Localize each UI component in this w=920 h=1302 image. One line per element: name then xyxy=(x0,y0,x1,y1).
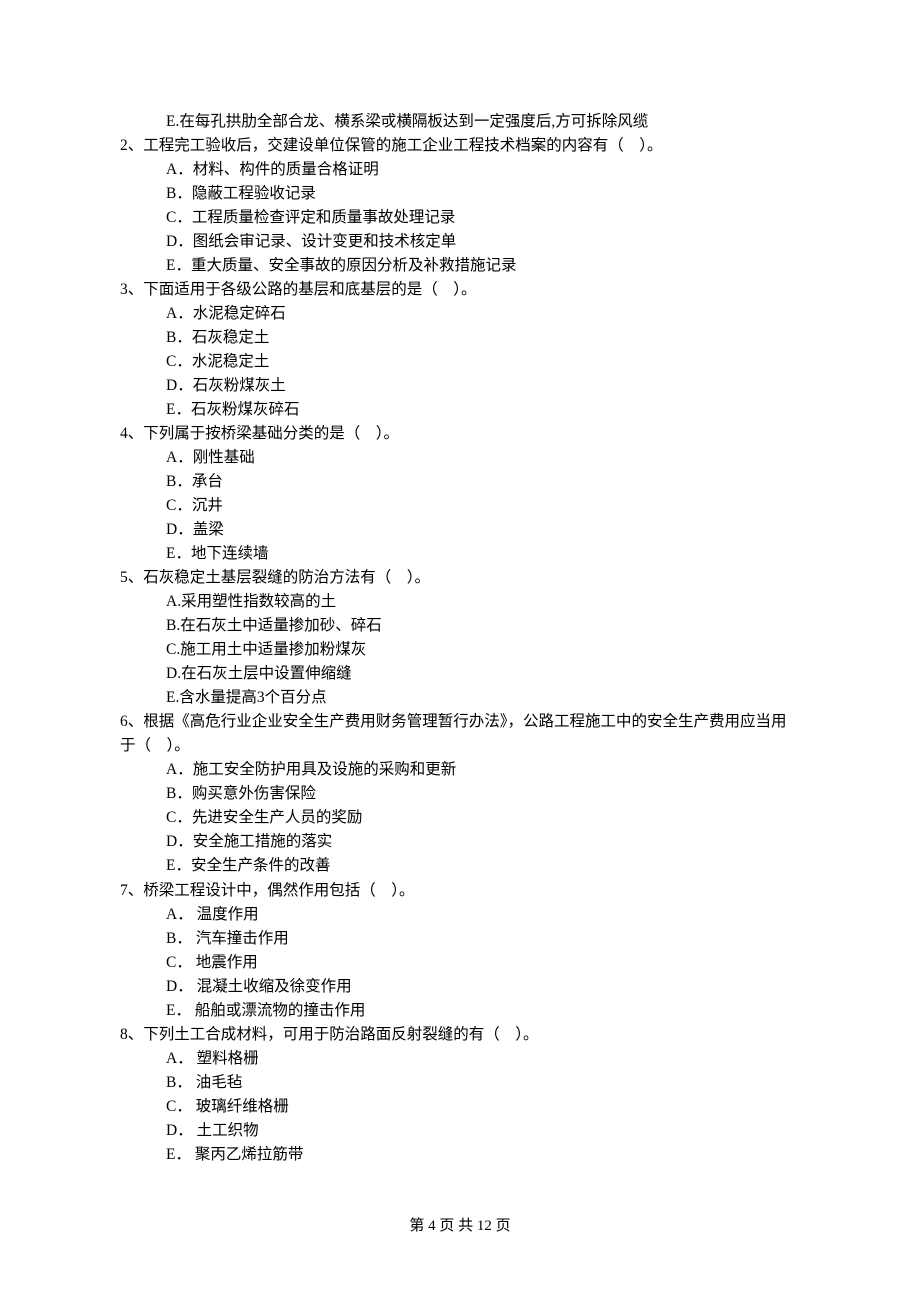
q2-option-b: B．隐蔽工程验收记录 xyxy=(120,182,800,206)
q6-option-d: D．安全施工措施的落实 xyxy=(120,830,800,854)
q3-option-b: B．石灰稳定土 xyxy=(120,326,800,350)
q3-option-d: D．石灰粉煤灰土 xyxy=(120,374,800,398)
q8-stem: 8、下列土工合成材料，可用于防治路面反射裂缝的有（ ）。 xyxy=(120,1023,800,1047)
q2-option-d: D．图纸会审记录、设计变更和技术核定单 xyxy=(120,230,800,254)
q7-option-e: E． 船舶或漂流物的撞击作用 xyxy=(120,999,800,1023)
q7-option-c: C． 地震作用 xyxy=(120,951,800,975)
q3-stem: 3、下面适用于各级公路的基层和底基层的是（ ）。 xyxy=(120,278,800,302)
q7-option-d: D． 混凝土收缩及徐变作用 xyxy=(120,975,800,999)
q5-option-e: E.含水量提高3个百分点 xyxy=(120,686,800,710)
q5-option-d: D.在石灰土层中设置伸缩缝 xyxy=(120,662,800,686)
q7-option-b: B． 汽车撞击作用 xyxy=(120,927,800,951)
q2-option-e: E．重大质量、安全事故的原因分析及补救措施记录 xyxy=(120,254,800,278)
q4-option-c: C．沉井 xyxy=(120,494,800,518)
q8-option-d: D． 土工织物 xyxy=(120,1119,800,1143)
q5-option-c: C.施工用土中适量掺加粉煤灰 xyxy=(120,638,800,662)
q5-option-b: B.在石灰土中适量掺加砂、碎石 xyxy=(120,614,800,638)
q8-option-a: A． 塑料格栅 xyxy=(120,1047,800,1071)
q3-option-a: A．水泥稳定碎石 xyxy=(120,302,800,326)
q6-option-c: C．先进安全生产人员的奖励 xyxy=(120,806,800,830)
q1-option-e: E.在每孔拱肋全部合龙、横系梁戓横隔板达到一定强度后,方可拆除风缆 xyxy=(120,110,800,134)
q5-stem: 5、石灰稳定土基层裂缝的防治方法有（ ）。 xyxy=(120,566,800,590)
q8-option-c: C． 玻璃纤维格栅 xyxy=(120,1095,800,1119)
q3-option-e: E．石灰粉煤灰碎石 xyxy=(120,398,800,422)
q6-option-a: A．施工安全防护用具及设施的采购和更新 xyxy=(120,758,800,782)
q8-option-b: B． 油毛毡 xyxy=(120,1071,800,1095)
q4-option-e: E．地下连续墙 xyxy=(120,542,800,566)
q2-stem: 2、工程完工验收后，交建设单位保管的施工企业工程技术档案的内容有（ ）。 xyxy=(120,134,800,158)
page-footer: 第 4 页 共 12 页 xyxy=(0,1215,920,1238)
q4-option-d: D．盖梁 xyxy=(120,518,800,542)
q4-stem: 4、下列属于按桥梁基础分类的是（ ）。 xyxy=(120,422,800,446)
q5-option-a: A.采用塑性指数较高的土 xyxy=(120,590,800,614)
q6-stem: 6、根据《高危行业企业安全生产费用财务管理暂行办法》，公路工程施工中的安全生产费… xyxy=(120,710,800,758)
page-content: E.在每孔拱肋全部合龙、横系梁戓横隔板达到一定强度后,方可拆除风缆 2、工程完工… xyxy=(0,0,920,1167)
q4-option-b: B．承台 xyxy=(120,470,800,494)
q7-option-a: A． 温度作用 xyxy=(120,903,800,927)
q6-option-e: E．安全生产条件的改善 xyxy=(120,854,800,878)
q6-option-b: B．购买意外伤害保险 xyxy=(120,782,800,806)
q2-option-a: A．材料、构件的质量合格证明 xyxy=(120,158,800,182)
q3-option-c: C．水泥稳定土 xyxy=(120,350,800,374)
q2-option-c: C．工程质量检查评定和质量事故处理记录 xyxy=(120,206,800,230)
q8-option-e: E． 聚丙乙烯拉筋带 xyxy=(120,1143,800,1167)
q7-stem: 7、桥梁工程设计中，偶然作用包括（ ）。 xyxy=(120,879,800,903)
q4-option-a: A．刚性基础 xyxy=(120,446,800,470)
